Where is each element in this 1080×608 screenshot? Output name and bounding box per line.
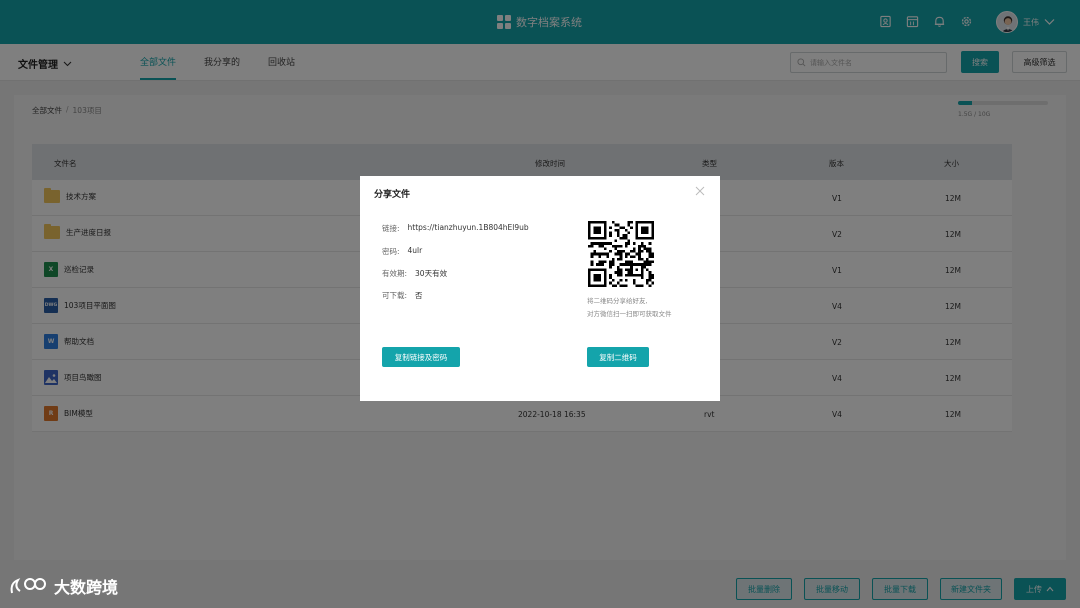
share-password-line: 密码: 4ulr: [382, 246, 422, 257]
share-file-modal: 分享文件 链接: https://tianzhuyun.1B804hEl9ub …: [360, 176, 720, 401]
share-validity-line: 有效期: 30天有效: [382, 268, 447, 279]
share-link-label: 链接:: [382, 224, 400, 233]
copy-link-password-button[interactable]: 复制链接及密码: [382, 347, 460, 367]
qr-code-image: [588, 221, 654, 287]
share-validity-label: 有效期:: [382, 269, 408, 278]
share-password-value: 4ulr: [407, 246, 423, 255]
qr-caption-line-1: 将二维码分享给好友,: [587, 297, 648, 305]
qr-caption-line-2: 对方微信扫一扫即可获取文件: [587, 310, 672, 318]
share-link-line: 链接: https://tianzhuyun.1B804hEl9ub: [382, 223, 529, 234]
qr-caption: 将二维码分享给好友, 对方微信扫一扫即可获取文件: [587, 295, 672, 321]
copy-qr-code-button[interactable]: 复制二维码: [587, 347, 649, 367]
modal-title: 分享文件: [374, 190, 411, 200]
share-download-line: 可下载: 否: [382, 290, 423, 301]
share-validity-value: 30天有效: [415, 269, 448, 278]
share-link-value[interactable]: https://tianzhuyun.1B804hEl9ub: [408, 223, 529, 234]
share-password-label: 密码:: [382, 247, 400, 256]
watermark: 大数跨境: [8, 574, 118, 598]
watermark-text: 大数跨境: [54, 578, 119, 597]
share-download-label: 可下载:: [382, 291, 408, 300]
share-download-value: 否: [415, 291, 423, 300]
close-icon[interactable]: [694, 185, 706, 197]
watermark-logo-icon: [10, 578, 46, 594]
